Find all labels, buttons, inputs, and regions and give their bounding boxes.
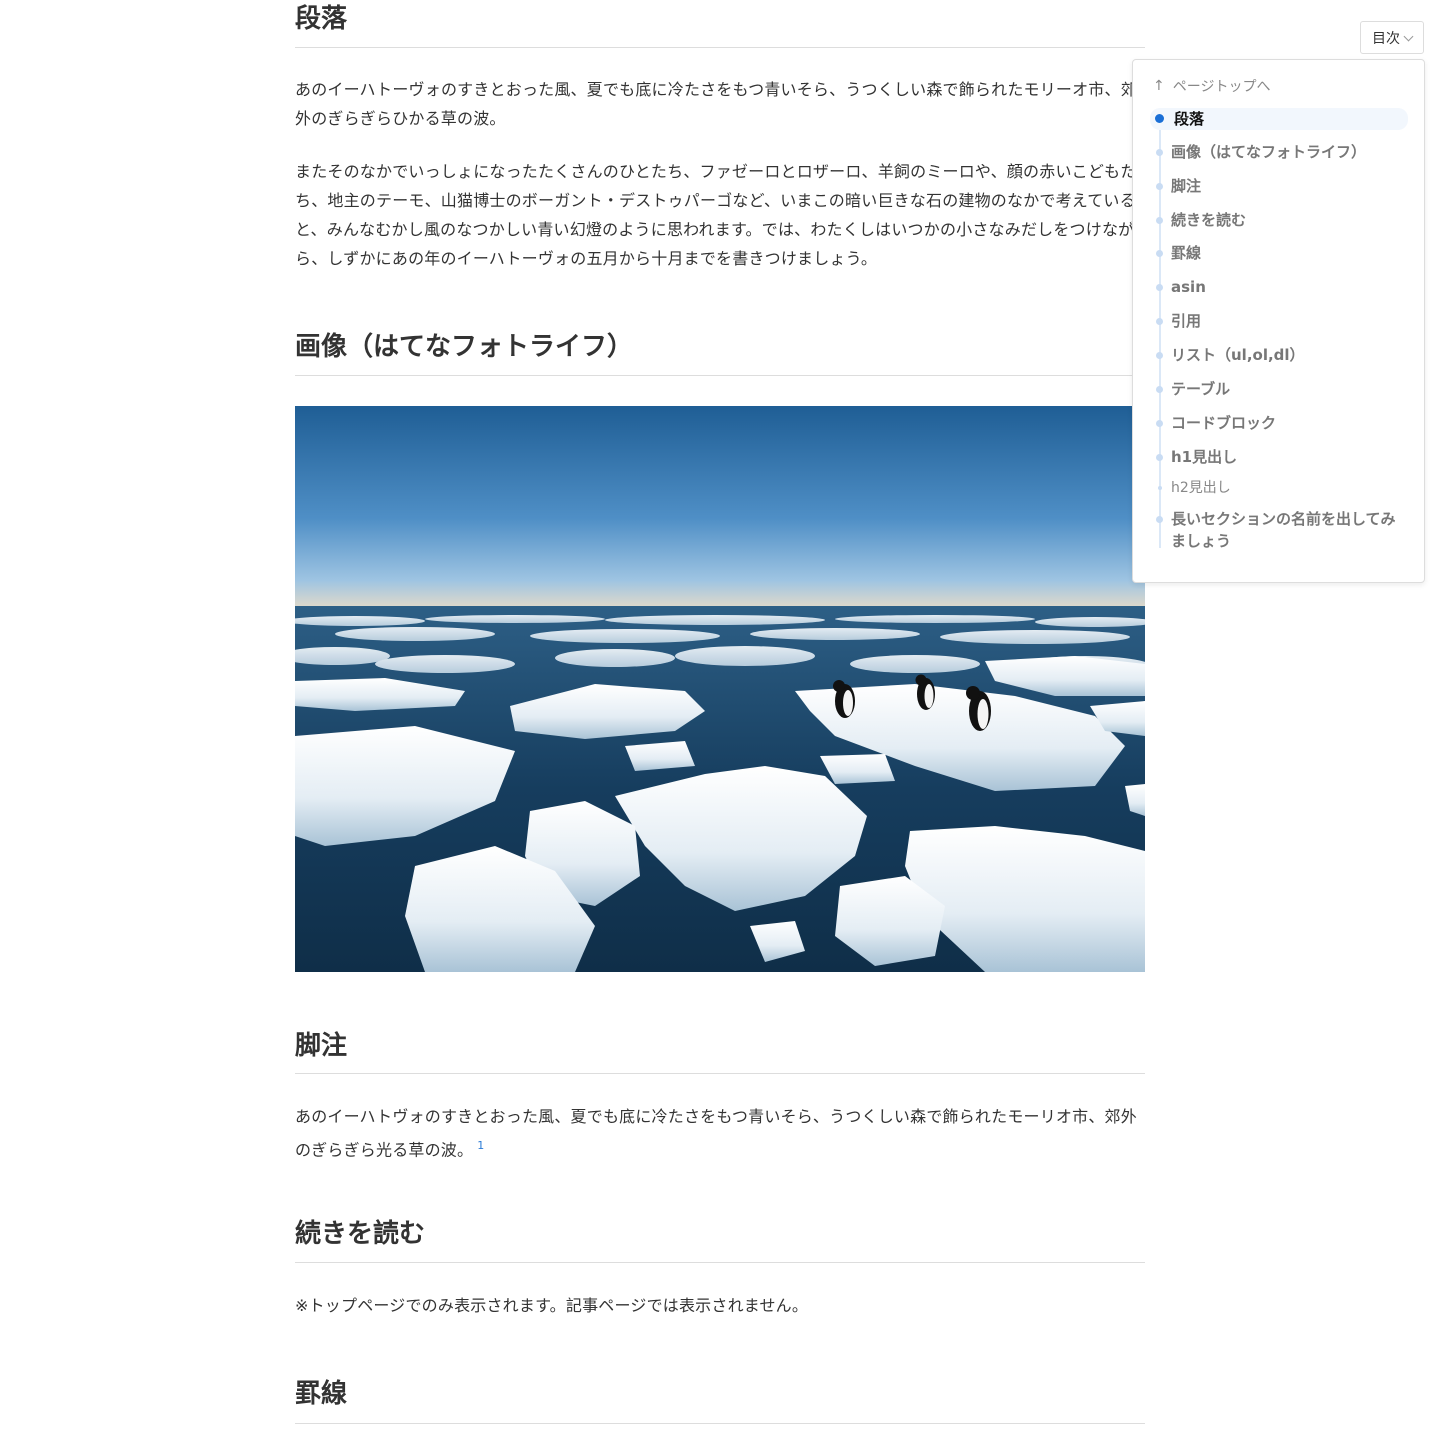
toc-item-label: 続きを読む: [1171, 211, 1247, 229]
toc-toggle-button[interactable]: 目次: [1360, 21, 1424, 54]
toc-dot-icon: [1156, 250, 1163, 257]
toc-dot-icon: [1156, 149, 1163, 156]
section-heading-paragraph: 段落: [295, 0, 1145, 48]
toc-dot-icon: [1156, 386, 1163, 393]
section-heading-footnote: 脚注: [295, 1027, 1145, 1074]
footnote-paragraph: あのイーハトヴォのすきとおった風、夏でも底に冷たさをもつ青いそら、うつくしい森で…: [295, 1102, 1145, 1164]
chevron-down-icon: [1403, 31, 1414, 41]
toc-item-label: 脚注: [1171, 177, 1202, 195]
toc-dot-icon: [1156, 284, 1163, 291]
toc-dot-icon: [1156, 516, 1163, 523]
toc-item-label: コードブロック: [1171, 414, 1277, 432]
page: 段落 あのイーハトーヴォのすきとおった風、夏でも底に冷たさをもつ青いそら、うつく…: [0, 0, 1440, 1440]
section-heading-readmore: 続きを読む: [295, 1215, 1145, 1263]
toc-item-label: 画像（はてなフォトライフ）: [1171, 143, 1367, 161]
section-heading-rule: 罫線: [295, 1375, 1145, 1424]
toc-panel: ↑ ページトップへ 段落 画像（はてなフォトライフ） 脚注 続きを読む 罫線 a…: [1132, 59, 1425, 583]
toc-back-to-top-link[interactable]: ↑ ページトップへ: [1153, 76, 1270, 96]
toc-dot-icon: [1156, 217, 1163, 224]
toc-dot-icon: [1156, 183, 1163, 190]
toc-dot-icon: [1156, 318, 1163, 325]
toc-item-label: h2見出し: [1171, 480, 1231, 496]
toc-dot-icon: [1156, 352, 1163, 359]
toc-item-label: 長いセクションの名前を出してみましょう: [1171, 510, 1396, 550]
footnote-paragraph-text: あのイーハトヴォのすきとおった風、夏でも底に冷たさをもつ青いそら、うつくしい森で…: [295, 1107, 1137, 1160]
toc-item-paragraph[interactable]: 段落: [1150, 108, 1408, 130]
section-heading-image: 画像（はてなフォトライフ）: [295, 328, 1145, 376]
toc-item-label: 罫線: [1171, 244, 1202, 262]
toc-item-label: リスト（ul,ol,dl）: [1171, 346, 1305, 364]
toc-item-label: asin: [1171, 278, 1206, 296]
paragraph-text: あのイーハトーヴォのすきとおった風、夏でも底に冷たさをもつ青いそら、うつくしい森…: [295, 80, 1137, 128]
arrow-up-icon: ↑: [1153, 78, 1165, 94]
toc-toggle-label: 目次: [1372, 30, 1400, 47]
readmore-note: ※トップページでのみ表示されます。記事ページでは表示されません。: [295, 1296, 809, 1315]
toc-sub-dot-icon: [1158, 486, 1162, 490]
toc-dot-icon: [1156, 454, 1163, 461]
toc-item-label: h1見出し: [1171, 448, 1238, 466]
toc-back-to-top-label: ページトップへ: [1172, 79, 1271, 95]
toc-item-label: 引用: [1171, 312, 1202, 330]
footnote-reference-link[interactable]: 1: [477, 1139, 484, 1152]
penguin-ice-floe-photo: [295, 406, 1145, 972]
toc-dot-icon: [1156, 420, 1163, 427]
toc-item-label: テーブル: [1171, 380, 1231, 398]
paragraph-text: またそのなかでいっしょになったたくさんのひとたち、ファゼーロとロザーロ、羊飼のミ…: [295, 162, 1137, 268]
toc-active-dot-icon: [1155, 114, 1164, 123]
toc-item-label: 段落: [1174, 110, 1205, 128]
